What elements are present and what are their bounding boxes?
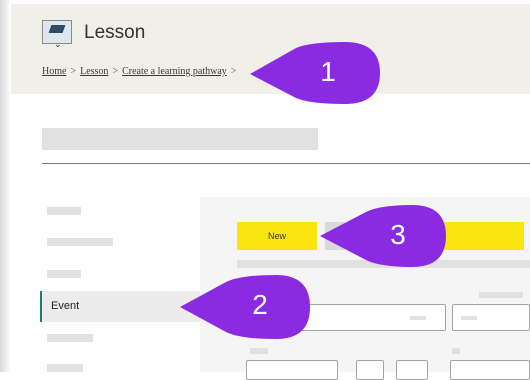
sidebar-item-event[interactable]: Event	[40, 291, 200, 322]
breadcrumb-lesson[interactable]: Lesson	[80, 66, 108, 77]
breadcrumb-separator: >	[230, 66, 237, 77]
sidebar-item-placeholder[interactable]	[47, 364, 83, 372]
breadcrumb: Home > Lesson > Create a learning pathway >	[42, 66, 240, 77]
breadcrumb-home[interactable]: Home	[42, 66, 66, 77]
heading-placeholder	[42, 128, 318, 150]
callout-3-number: 3	[390, 219, 406, 250]
callout-2-number: 2	[252, 289, 268, 320]
text-input[interactable]	[452, 304, 530, 331]
graduation-cap-icon: ⌄	[42, 20, 72, 50]
window-edge-shadow	[0, 0, 11, 372]
sidebar-item-placeholder[interactable]	[47, 238, 113, 246]
app-window: ⌄ Lesson Home > Lesson > Create a learning p…	[0, 0, 530, 380]
text-input[interactable]	[450, 360, 530, 380]
breadcrumb-separator: >	[70, 66, 77, 77]
new-button[interactable]: New	[237, 222, 317, 250]
sidebar-item-placeholder[interactable]	[47, 334, 93, 342]
cap-shape	[48, 25, 66, 33]
breadcrumb-separator: >	[112, 66, 119, 77]
field-label-placeholder	[250, 348, 268, 354]
text-input[interactable]	[396, 360, 428, 380]
field-label-placeholder	[479, 292, 523, 298]
sidebar-item-placeholder[interactable]	[47, 207, 81, 215]
breadcrumb-create-learning-pathway[interactable]: Create a learning pathway	[122, 66, 227, 77]
field-label-placeholder	[452, 348, 460, 354]
chevron-down-icon: ⌄	[54, 40, 62, 50]
sidebar-item-placeholder[interactable]	[47, 270, 81, 278]
page-title: Lesson	[84, 22, 146, 43]
input-placeholder-mark	[461, 316, 477, 320]
text-input[interactable]	[356, 360, 384, 380]
callout-1-number: 1	[320, 56, 336, 87]
header-divider	[42, 163, 530, 164]
text-input[interactable]	[246, 360, 338, 380]
input-placeholder-mark	[410, 316, 426, 320]
